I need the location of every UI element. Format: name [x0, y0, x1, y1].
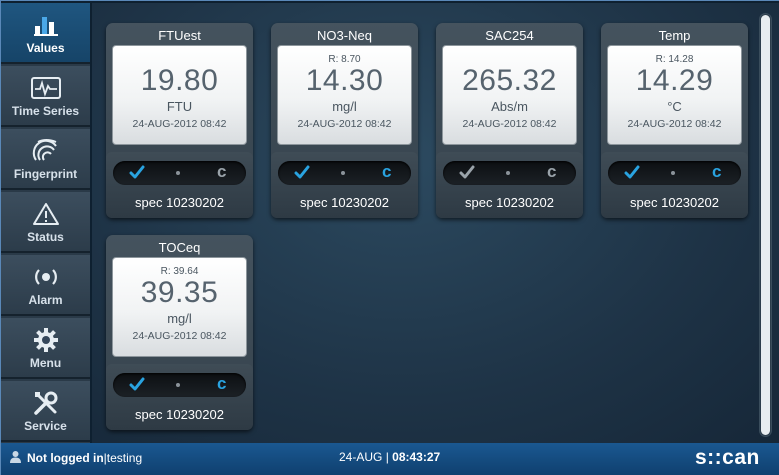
- tools-icon: [33, 389, 59, 417]
- measured-value: 265.32: [462, 64, 557, 97]
- spec-label: spec 10230202: [630, 195, 719, 210]
- status-footer: Not logged in | testing 24-AUG | 08:43:2…: [1, 443, 779, 475]
- status-indicator: c: [443, 161, 576, 185]
- user-icon: [9, 450, 22, 466]
- login-status[interactable]: Not logged in | testing: [9, 450, 142, 466]
- status-dot: [176, 171, 180, 175]
- app-window: Values Time Series Fingerprint Status Al…: [0, 0, 779, 475]
- alarm-icon: [31, 263, 61, 291]
- status-dot: [176, 383, 180, 387]
- nav-menu[interactable]: Menu: [1, 318, 90, 379]
- nav-label-time-series: Time Series: [11, 104, 80, 118]
- parameter-card[interactable]: Temp R: 14.28 14.29 °C 24-AUG-2012 08:42…: [601, 23, 748, 218]
- measured-value: 14.29: [635, 64, 714, 97]
- nav-status[interactable]: Status: [1, 192, 90, 253]
- parameter-name: FTUest: [158, 28, 201, 43]
- status-panel: c spec 10230202: [601, 152, 748, 218]
- bar-chart-icon: [33, 11, 59, 39]
- nav-alarm[interactable]: Alarm: [1, 255, 90, 316]
- nav-fingerprint[interactable]: Fingerprint: [1, 129, 90, 190]
- date-separator: |: [382, 450, 393, 464]
- value-unit: mg/l: [332, 99, 357, 114]
- parameter-name: TOCeq: [158, 240, 201, 255]
- spec-label: spec 10230202: [300, 195, 389, 210]
- calibration-icon: c: [712, 162, 722, 181]
- parameter-card[interactable]: SAC254 265.32 Abs/m 24-AUG-2012 08:42 c …: [436, 23, 583, 218]
- measured-value: 39.35: [140, 276, 219, 309]
- status-indicator: c: [113, 161, 246, 185]
- warning-icon: [32, 200, 60, 228]
- status-indicator: c: [278, 161, 411, 185]
- checkmark-icon: [624, 164, 640, 185]
- scan-logo: s::can: [695, 446, 760, 469]
- nav-label-fingerprint: Fingerprint: [13, 167, 78, 181]
- value-unit: mg/l: [167, 311, 192, 326]
- nav-label-service: Service: [24, 419, 67, 433]
- parameter-name: Temp: [658, 28, 691, 43]
- checkmark-icon: [294, 164, 310, 185]
- nav-label-menu: Menu: [29, 356, 62, 370]
- value-timestamp: 24-AUG-2012 08:42: [132, 118, 227, 130]
- value-timestamp: 24-AUG-2012 08:42: [297, 118, 392, 130]
- checkmark-icon: [129, 376, 145, 397]
- parameter-card[interactable]: FTUest 19.80 FTU 24-AUG-2012 08:42 c spe…: [106, 23, 253, 218]
- status-dot: [341, 171, 345, 175]
- status-dot: [671, 171, 675, 175]
- value-display: 265.32 Abs/m 24-AUG-2012 08:42: [442, 45, 577, 145]
- value-unit: Abs/m: [491, 99, 528, 114]
- status-indicator: c: [113, 373, 246, 397]
- nav-time-series[interactable]: Time Series: [1, 66, 90, 127]
- value-unit: FTU: [166, 99, 193, 114]
- calibration-icon: c: [217, 162, 227, 181]
- waveform-icon: [30, 74, 61, 102]
- status-dot: [506, 171, 510, 175]
- calibration-icon: c: [547, 162, 557, 181]
- value-display: R: 14.28 14.29 °C 24-AUG-2012 08:42: [607, 45, 742, 145]
- value-timestamp: 24-AUG-2012 08:42: [132, 330, 227, 342]
- fingerprint-icon: [32, 137, 60, 165]
- calibration-icon: c: [382, 162, 392, 181]
- sidebar: Values Time Series Fingerprint Status Al…: [1, 3, 90, 443]
- status-indicator: c: [608, 161, 741, 185]
- measured-value: 14.30: [305, 64, 384, 97]
- parameter-card[interactable]: NO3-Neq R: 8.70 14.30 mg/l 24-AUG-2012 0…: [271, 23, 418, 218]
- spec-label: spec 10230202: [135, 407, 224, 422]
- checkmark-icon: [459, 164, 475, 185]
- current-time: 08:43:27: [392, 450, 441, 464]
- value-display: R: 39.64 39.35 mg/l 24-AUG-2012 08:42: [112, 257, 247, 357]
- gear-icon: [33, 326, 59, 354]
- login-state: Not logged in: [27, 451, 104, 465]
- measured-value: 19.80: [140, 64, 219, 97]
- nav-values[interactable]: Values: [1, 3, 90, 64]
- login-user: testing: [106, 451, 143, 465]
- spec-label: spec 10230202: [135, 195, 224, 210]
- nav-label-status: Status: [27, 230, 64, 244]
- status-panel: c spec 10230202: [436, 152, 583, 218]
- checkmark-icon: [129, 164, 145, 185]
- scrollbar-thumb[interactable]: [761, 15, 770, 435]
- value-timestamp: 24-AUG-2012 08:42: [462, 118, 557, 130]
- parameter-card[interactable]: TOCeq R: 39.64 39.35 mg/l 24-AUG-2012 08…: [106, 235, 253, 430]
- nav-label-values: Values: [26, 41, 65, 55]
- value-display: R: 8.70 14.30 mg/l 24-AUG-2012 08:42: [277, 45, 412, 145]
- current-date: 24-AUG: [339, 450, 383, 464]
- nav-service[interactable]: Service: [1, 381, 90, 442]
- nav-label-alarm: Alarm: [28, 293, 63, 307]
- parameter-name: NO3-Neq: [317, 28, 372, 43]
- parameter-name: SAC254: [485, 28, 534, 43]
- value-display: 19.80 FTU 24-AUG-2012 08:42: [112, 45, 247, 145]
- status-panel: c spec 10230202: [106, 152, 253, 218]
- value-unit: °C: [667, 99, 682, 114]
- status-panel: c spec 10230202: [271, 152, 418, 218]
- calibration-icon: c: [217, 374, 227, 393]
- spec-label: spec 10230202: [465, 195, 554, 210]
- value-timestamp: 24-AUG-2012 08:42: [627, 118, 722, 130]
- status-panel: c spec 10230202: [106, 364, 253, 430]
- date-time: 24-AUG | 08:43:27: [339, 450, 440, 464]
